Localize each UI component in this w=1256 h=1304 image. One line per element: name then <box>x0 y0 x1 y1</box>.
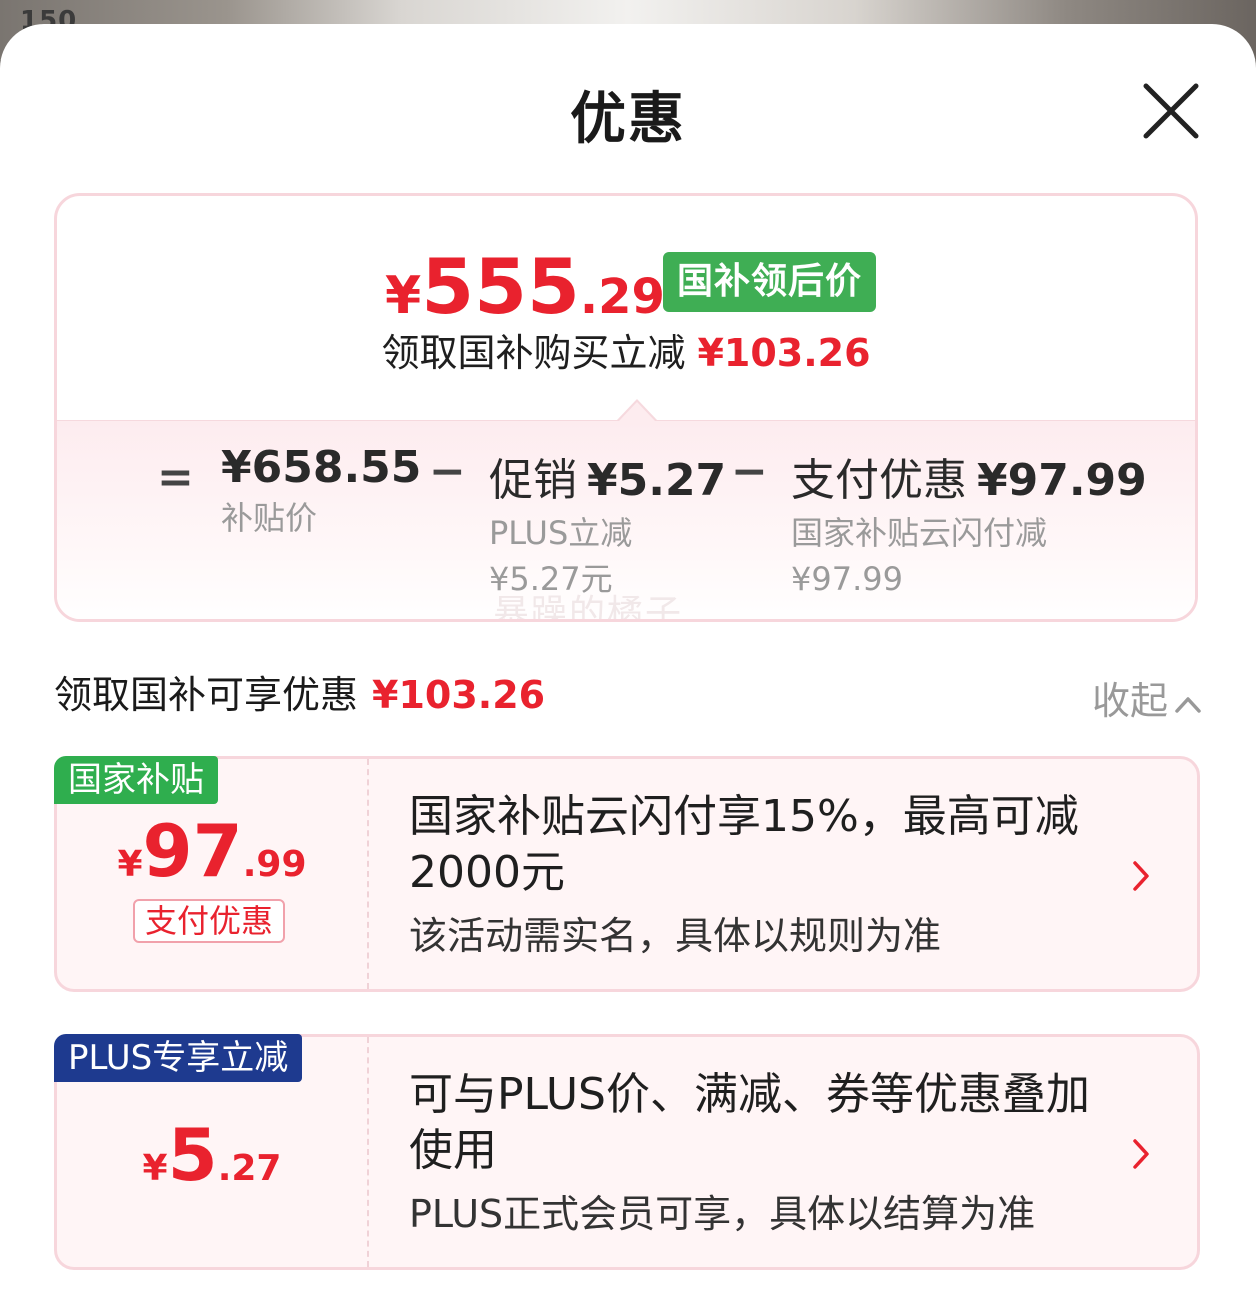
chevron-right-icon <box>1133 861 1149 891</box>
offer-amount: ¥5.27 <box>142 1113 282 1197</box>
minus-sign: − <box>731 446 768 497</box>
offer-card-national-subsidy[interactable]: 国家补贴 ¥97.99 支付优惠 国家补贴云闪付享15%，最高可减2000元 该… <box>54 756 1200 992</box>
offer-tag: 国家补贴 <box>54 756 218 804</box>
card-divider <box>367 759 369 989</box>
subsidy-price-badge: 国补领后价 <box>663 252 877 312</box>
equals-sign: = <box>157 452 194 503</box>
promotion-item: 促销 ¥5.27 PLUS立减 ¥5.27元 <box>489 455 727 598</box>
payment-discount-item: 支付优惠 ¥97.99 国家补贴云闪付减 ¥97.99 <box>791 455 1147 598</box>
section-title: 领取国补可享优惠 ¥103.26 <box>54 673 546 717</box>
chevron-up-icon <box>1175 696 1201 713</box>
sheet-title: 优惠 <box>570 87 686 152</box>
watermark: 暴躁的橘子 <box>493 593 684 622</box>
collapse-button[interactable]: 收起 <box>1092 670 1202 725</box>
discount-bottom-sheet: 优惠 ¥555.29 国补领后价 领取国补购买立减 ¥103.26 = ¥658.… <box>0 24 1256 1304</box>
close-icon[interactable] <box>1138 78 1204 144</box>
offer-note: 该活动需实名，具体以规则为准 <box>409 914 942 958</box>
offer-description: 国家补贴云闪付享15%，最高可减2000元 <box>409 791 1079 898</box>
offer-description: 可与PLUS价、满减、券等优惠叠加使用 <box>409 1069 1090 1176</box>
offer-amount: ¥97.99 <box>117 809 307 893</box>
price-summary-card: ¥555.29 国补领后价 领取国补购买立减 ¥103.26 = ¥658.55 … <box>54 193 1198 622</box>
chevron-right-icon <box>1133 1139 1149 1169</box>
minus-sign: − <box>429 446 466 497</box>
offer-tag: PLUS专享立减 <box>54 1034 303 1082</box>
final-price: ¥555.29 <box>385 242 665 331</box>
payment-discount-pill: 支付优惠 <box>133 899 286 943</box>
base-price-item: ¥658.55 补贴价 <box>221 442 422 537</box>
offer-card-plus[interactable]: PLUS专享立减 ¥5.27 可与PLUS价、满减、券等优惠叠加使用 PLUS正… <box>54 1034 1200 1270</box>
card-divider <box>367 1037 369 1267</box>
subsidy-saving-line: 领取国补购买立减 ¥103.26 <box>381 331 871 375</box>
offer-note: PLUS正式会员可享，具体以结算为准 <box>409 1192 1036 1236</box>
